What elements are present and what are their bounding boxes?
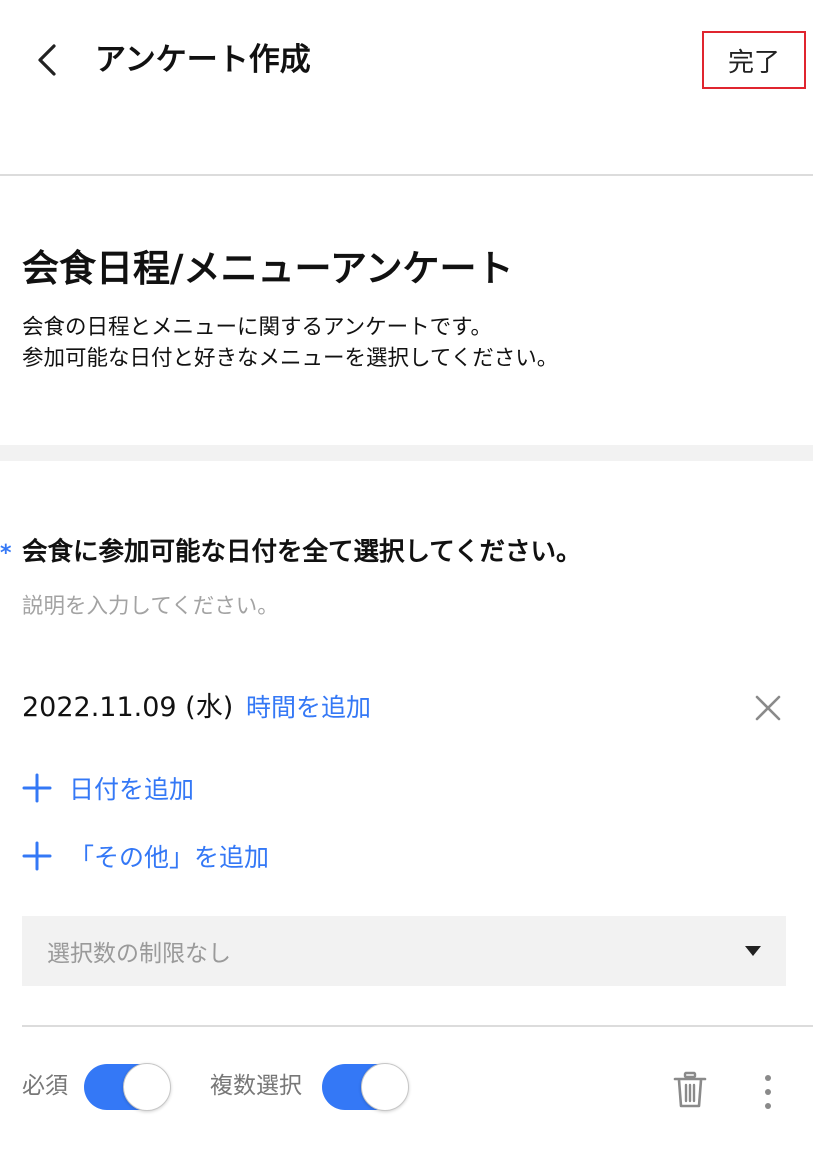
survey-description[interactable]: 会食の日程とメニューに関するアンケートです。 参加可能な日付と好きなメニューを選… [22, 312, 558, 374]
section-separator [0, 445, 813, 461]
required-mark: * [0, 541, 12, 566]
question-title[interactable]: 会食に参加可能な日付を全て選択してください。 [22, 532, 581, 572]
done-button[interactable]: 完了 [702, 31, 806, 89]
plus-icon [22, 841, 52, 871]
add-date-label: 日付を追加 [69, 775, 195, 804]
survey-title[interactable]: 会食日程/メニューアンケート [22, 243, 514, 295]
survey-description-line: 参加可能な日付と好きなメニューを選択してください。 [22, 346, 559, 371]
close-icon[interactable] [752, 692, 784, 724]
selection-limit-dropdown[interactable]: 選択数の制限なし [22, 916, 786, 986]
plus-icon [22, 773, 52, 803]
more-vertical-icon[interactable] [756, 1072, 780, 1112]
question-description-input[interactable]: 説明を入力してください。 [22, 591, 279, 623]
multi-select-toggle-label: 複数選択 [210, 1073, 302, 1099]
toggle-knob [361, 1063, 409, 1111]
page-title: アンケート作成 [95, 42, 311, 78]
required-toggle-label: 必須 [22, 1073, 68, 1099]
survey-description-line: 会食の日程とメニューに関するアンケートです。 [22, 315, 492, 340]
selection-limit-value: 選択数の制限なし [47, 941, 231, 967]
add-date-button[interactable]: 日付を追加 [22, 768, 194, 808]
add-other-button[interactable]: 「その他」を追加 [22, 836, 269, 876]
header-divider [0, 174, 813, 176]
required-toggle[interactable] [84, 1063, 171, 1111]
date-option-text[interactable]: 2022.11.09 (水) [22, 688, 233, 728]
toggle-knob [123, 1063, 171, 1111]
trash-icon[interactable] [672, 1070, 708, 1110]
add-time-link[interactable]: 時間を追加 [246, 688, 371, 728]
multi-select-toggle[interactable] [322, 1063, 409, 1111]
footer-divider [22, 1025, 813, 1027]
caret-down-icon [745, 946, 761, 956]
back-chevron-icon[interactable] [28, 38, 68, 82]
add-other-label: 「その他」を追加 [69, 843, 270, 872]
